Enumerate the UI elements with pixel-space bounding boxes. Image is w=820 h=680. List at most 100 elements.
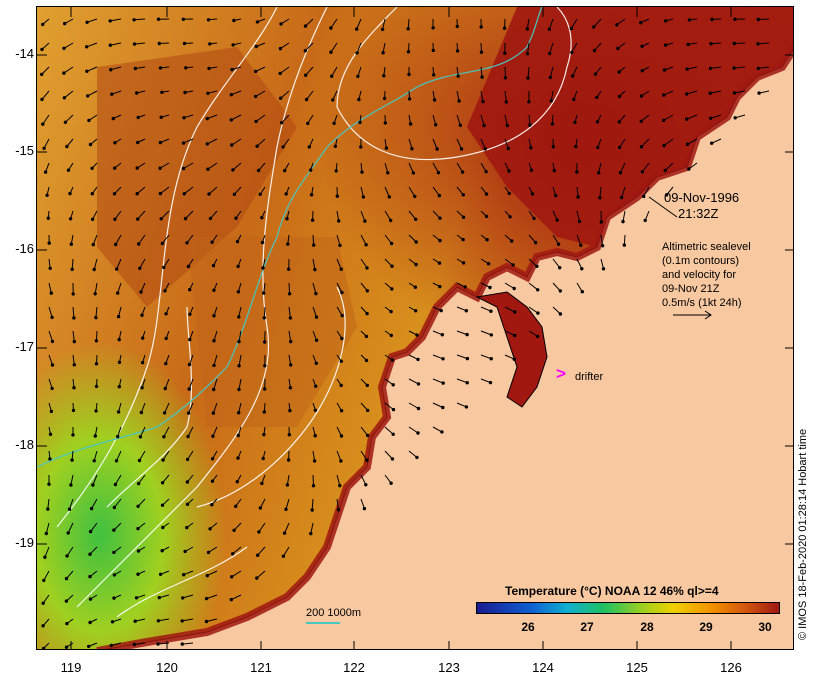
velocity-arrow-head — [44, 531, 49, 536]
velocity-arrow-head — [186, 264, 191, 269]
velocity-arrow-head — [480, 75, 484, 79]
velocity-arrow-head — [365, 311, 369, 316]
velocity-arrow-head — [511, 263, 515, 267]
velocity-arrow-head — [483, 147, 487, 151]
velocity-arrow-head — [211, 411, 216, 415]
velocity-arrow-head — [527, 100, 531, 104]
velocity-arrow-head — [43, 170, 48, 174]
velocity-arrow-head — [48, 266, 52, 270]
velocity-arrow-head — [489, 357, 493, 361]
velocity-arrow-head — [204, 596, 209, 601]
velocity-arrow-head — [236, 290, 241, 294]
velocity-arrow-head — [255, 20, 260, 24]
velocity-arrow-head — [281, 554, 286, 558]
velocity-arrow-head — [617, 94, 622, 99]
velocity-arrow-head — [156, 619, 161, 623]
velocity-arrow-head — [529, 168, 534, 172]
velocity-arrow-head — [503, 51, 507, 55]
velocity-arrow-head — [62, 46, 66, 50]
velocity-arrow-head — [663, 43, 668, 47]
velocity-arrow-head — [260, 216, 264, 220]
velocity-arrow-head — [363, 219, 367, 223]
velocity-arrow-head — [364, 358, 369, 363]
velocity-arrow-head — [40, 97, 44, 102]
velocity-arrow-head — [47, 482, 51, 486]
velocity-arrow-head — [64, 576, 69, 581]
velocity-arrow-head — [598, 196, 602, 200]
velocity-arrow-head — [510, 239, 514, 243]
velocity-arrow-head — [136, 549, 141, 553]
velocity-arrow-head — [558, 312, 563, 316]
velocity-arrow-head — [181, 17, 186, 22]
velocity-arrow-head — [506, 146, 510, 151]
velocity-arrow-head — [390, 264, 394, 268]
velocity-arrow-head — [161, 525, 165, 530]
velocity-arrow-head — [212, 339, 216, 343]
velocity-arrow-head — [186, 411, 191, 415]
velocity-arrow-head — [94, 384, 99, 389]
velocity-arrow-head — [88, 597, 93, 601]
velocity-arrow-head — [732, 91, 737, 95]
velocity-arrow-head — [205, 116, 210, 121]
velocity-arrow-head — [312, 459, 317, 463]
velocity-arrow-head — [732, 66, 736, 70]
velocity-arrow-head — [45, 193, 49, 198]
velocity-arrow-head — [91, 483, 95, 487]
velocity-arrow-head — [329, 50, 333, 54]
velocity-arrow-head — [464, 309, 468, 313]
velocity-arrow-head — [309, 531, 313, 536]
colorbar-tick: 28 — [640, 620, 654, 634]
velocity-arrow-head — [579, 243, 583, 248]
velocity-arrow-head — [710, 141, 714, 145]
velocity-arrow-head — [41, 601, 45, 605]
velocity-arrow-head — [232, 192, 237, 197]
velocity-arrow-head — [72, 363, 76, 367]
velocity-arrow-head — [387, 195, 391, 199]
velocity-arrow-head — [65, 621, 69, 626]
velocity-arrow-head — [558, 289, 562, 293]
velocity-arrow-head — [112, 505, 117, 510]
velocity-arrow-head — [278, 46, 283, 51]
velocity-arrow-head — [361, 195, 366, 199]
velocity-arrow-head — [382, 74, 386, 78]
velocity-arrow-head — [687, 18, 692, 22]
drifter-label: drifter — [575, 371, 604, 383]
lon-label: 119 — [60, 660, 82, 675]
velocity-arrow-head — [66, 168, 71, 172]
velocity-arrow-head — [415, 333, 419, 337]
velocity-arrow-head — [335, 194, 339, 198]
velocity-arrow-head — [339, 383, 343, 388]
velocity-arrow-head — [289, 339, 293, 344]
velocity-arrow-head — [280, 121, 284, 125]
isobath-scale-label: 200 1000m — [306, 607, 362, 619]
velocity-arrow-head — [253, 94, 258, 99]
velocity-arrow-head — [41, 22, 45, 27]
velocity-arrow-head — [137, 242, 141, 246]
velocity-arrow-head — [136, 140, 140, 145]
velocity-arrow-head — [117, 337, 121, 342]
velocity-arrow-head — [113, 217, 117, 222]
velocity-arrow-head — [160, 503, 165, 507]
velocity-arrow-head — [486, 262, 491, 266]
velocity-arrow-head — [87, 118, 91, 123]
velocity-arrow-head — [336, 508, 341, 512]
velocity-arrow-head — [204, 619, 209, 624]
velocity-arrow-head — [138, 435, 143, 439]
velocity-arrow-head — [72, 316, 76, 320]
velocity-arrow-head — [662, 93, 666, 97]
velocity-arrow-head — [160, 481, 165, 485]
velocity-arrow-head — [135, 166, 139, 170]
velocity-arrow-head — [185, 525, 189, 530]
velocity-arrow-head — [182, 41, 187, 46]
velocity-arrow-head — [117, 385, 122, 389]
velocity-arrow-head — [85, 69, 89, 74]
velocity-arrow-head — [505, 123, 509, 128]
velocity-arrow-head — [435, 147, 439, 151]
velocity-arrow-head — [258, 506, 263, 510]
velocity-arrow-head — [94, 409, 98, 413]
velocity-arrow-head — [441, 381, 445, 385]
isobath-scale-line — [306, 622, 340, 624]
velocity-arrow-head — [334, 169, 338, 173]
colorbar-tick: 26 — [521, 620, 535, 634]
velocity-arrow-head — [39, 72, 44, 77]
